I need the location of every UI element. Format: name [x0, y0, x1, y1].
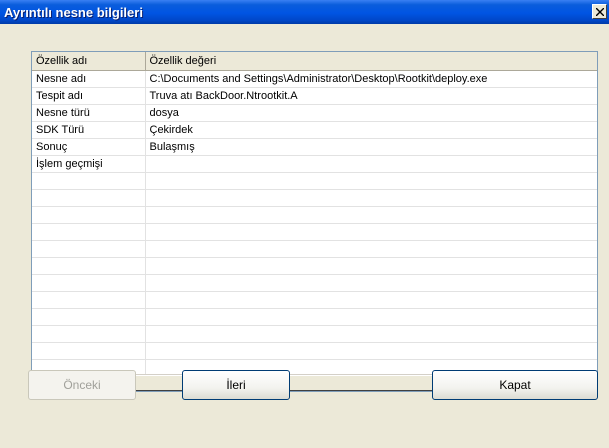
property-name-cell: [32, 223, 146, 241]
table-row[interactable]: [32, 325, 597, 343]
table-row[interactable]: [32, 206, 597, 224]
property-name-cell: [32, 274, 146, 292]
property-value-cell: [145, 206, 597, 224]
property-name-cell: [32, 308, 146, 326]
property-name-cell: [32, 172, 146, 190]
table-row[interactable]: SDK Türü Çekirdek: [32, 121, 597, 139]
property-value-cell: [145, 274, 597, 292]
property-value-cell: [145, 172, 597, 190]
table-row[interactable]: Nesne adı C:\Documents and Settings\Admin…: [32, 70, 597, 88]
property-value-cell: Çekirdek: [145, 121, 597, 139]
property-value-cell: Truva atı BackDoor.Ntrootkit.A: [145, 87, 597, 105]
property-name-cell: [32, 240, 146, 258]
column-header-property-value[interactable]: Özellik değeri: [145, 52, 597, 71]
close-window-button[interactable]: [592, 4, 607, 19]
table-row[interactable]: [32, 172, 597, 190]
property-name-cell: [32, 291, 146, 309]
property-value-cell: [145, 223, 597, 241]
property-name-cell: İşlem geçmişi: [32, 155, 146, 173]
property-name-cell: Nesne adı: [32, 70, 146, 88]
property-value-cell: C:\Documents and Settings\Administrator\…: [145, 70, 597, 88]
properties-grid[interactable]: Özellik adı Özellik değeri Nesne adı C:\D…: [31, 51, 598, 392]
property-name-cell: Nesne türü: [32, 104, 146, 122]
next-button[interactable]: İleri: [182, 370, 290, 400]
property-name-cell: [32, 257, 146, 275]
table-row[interactable]: [32, 342, 597, 360]
table-header-row: Özellik adı Özellik değeri: [32, 52, 597, 71]
close-icon: [596, 8, 604, 16]
property-name-cell: SDK Türü: [32, 121, 146, 139]
table-row[interactable]: [32, 189, 597, 207]
table-row[interactable]: Tespit adı Truva atı BackDoor.Ntrootkit.A: [32, 87, 597, 105]
properties-table: Özellik adı Özellik değeri Nesne adı C:\D…: [32, 52, 597, 377]
property-value-cell: [145, 189, 597, 207]
property-name-cell: [32, 342, 146, 360]
property-value-cell: [145, 155, 597, 173]
table-row[interactable]: Sonuç Bulaşmış: [32, 138, 597, 156]
property-name-cell: [32, 189, 146, 207]
previous-button[interactable]: Önceki: [28, 370, 136, 400]
property-value-cell: [145, 240, 597, 258]
table-row[interactable]: [32, 223, 597, 241]
property-name-cell: Tespit adı: [32, 87, 146, 105]
property-value-cell: [145, 257, 597, 275]
title-bar[interactable]: Ayrıntılı nesne bilgileri: [0, 0, 609, 24]
property-value-cell: Bulaşmış: [145, 138, 597, 156]
property-value-cell: [145, 342, 597, 360]
window-title: Ayrıntılı nesne bilgileri: [4, 5, 143, 20]
table-row[interactable]: Nesne türü dosya: [32, 104, 597, 122]
close-button[interactable]: Kapat: [432, 370, 598, 400]
property-value-cell: dosya: [145, 104, 597, 122]
property-name-cell: Sonuç: [32, 138, 146, 156]
property-value-cell: [145, 291, 597, 309]
table-row[interactable]: İşlem geçmişi: [32, 155, 597, 173]
table-row[interactable]: [32, 308, 597, 326]
property-name-cell: [32, 325, 146, 343]
property-value-cell: [145, 325, 597, 343]
table-row[interactable]: [32, 240, 597, 258]
column-header-property-name[interactable]: Özellik adı: [32, 52, 146, 71]
table-row[interactable]: [32, 274, 597, 292]
property-name-cell: [32, 206, 146, 224]
table-row[interactable]: [32, 291, 597, 309]
table-row[interactable]: [32, 257, 597, 275]
property-value-cell: [145, 308, 597, 326]
